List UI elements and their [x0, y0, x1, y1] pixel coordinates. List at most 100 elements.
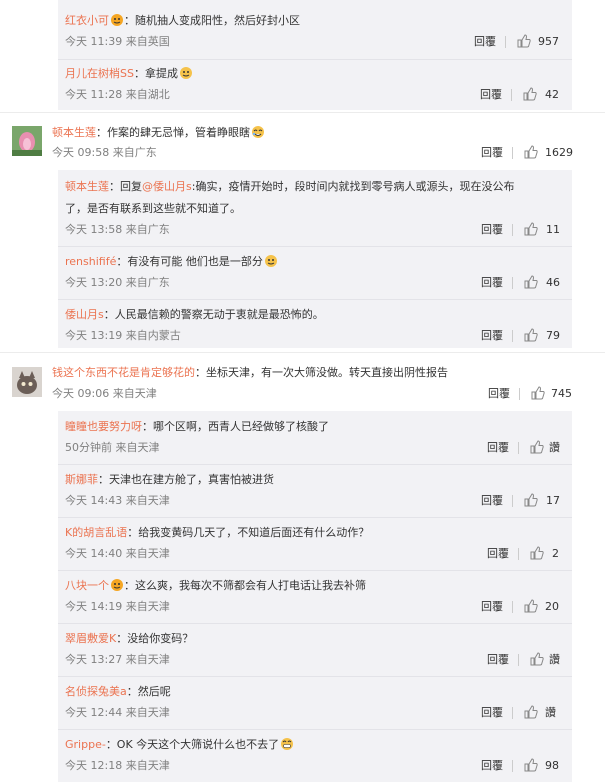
comment-text: ：给我变黄码几天了，不知道后面还有什么动作？ — [127, 526, 370, 539]
comment-text: ：然后呢 — [126, 685, 171, 698]
comment-line: 八块一个 ：这么爽，我每次不筛都会有人打电话让我去补筛 — [65, 577, 366, 594]
divider — [519, 388, 520, 400]
like-count: 20 — [545, 600, 559, 613]
reply-button[interactable]: 回覆 — [472, 88, 502, 102]
divider — [58, 246, 572, 247]
divider — [518, 654, 519, 666]
comment-meta: 今天 13:58 来自广东 — [65, 223, 170, 236]
comment-text: ：坐标天津，有一次大筛没做。转天直接出阴性报告 — [195, 366, 448, 379]
divider — [512, 277, 513, 289]
like-count: 46 — [546, 276, 560, 289]
like-count: 98 — [545, 759, 559, 772]
username-link[interactable]: 倭山月s — [65, 308, 104, 321]
reply-button[interactable]: 回覆 — [473, 494, 503, 508]
reply-button[interactable]: 回覆 — [473, 706, 503, 720]
reply-button[interactable]: 回覆 — [479, 653, 509, 667]
username-link[interactable]: 瞳瞳也要努力呀 — [65, 420, 142, 433]
thumbs-up-icon[interactable] — [530, 546, 544, 560]
thumbs-up-icon[interactable] — [524, 493, 538, 507]
thumbs-up-icon[interactable] — [524, 599, 538, 613]
username-link[interactable]: 翠眉敷爱K — [65, 632, 116, 645]
comment-line: renshififé：有没有可能 他们也是一部分 — [65, 253, 278, 270]
divider — [0, 352, 605, 353]
thumbs-up-icon[interactable] — [524, 328, 538, 342]
comment-text: ：哪个区啊，西青人已经做够了核酸了 — [142, 420, 329, 433]
thumbs-up-icon[interactable] — [524, 705, 538, 719]
comment-meta: 50分钟前 来自天津 — [65, 441, 160, 454]
divider — [518, 442, 519, 454]
username-link[interactable]: Grippe- — [65, 738, 106, 751]
thumbs-up-icon[interactable] — [524, 222, 538, 236]
username-link[interactable]: K的胡言乱语 — [65, 526, 127, 539]
like-count: 讚 — [549, 441, 560, 454]
reply-button[interactable]: 回覆 — [473, 759, 503, 773]
comment-meta: 今天 14:19 来自天津 — [65, 600, 170, 613]
divider — [512, 707, 513, 719]
comment-line: 名侦探兔美a：然后呢 — [65, 683, 171, 700]
thumbs-up-icon[interactable] — [524, 758, 538, 772]
reply-button[interactable]: 回覆 — [466, 35, 496, 49]
emoji-icon — [281, 738, 294, 750]
username-link[interactable]: 八块一个 — [65, 579, 109, 592]
reply-button[interactable]: 回覆 — [473, 329, 503, 343]
username-link[interactable]: 红衣小可 — [65, 14, 109, 27]
like-count: 1629 — [545, 146, 573, 159]
reply-button[interactable]: 回覆 — [473, 600, 503, 614]
comment-line: 钱这个东西不花是肯定够花的：坐标天津，有一次大筛没做。转天直接出阴性报告 — [52, 364, 448, 381]
comment-meta: 今天 14:40 来自天津 — [65, 547, 170, 560]
like-count: 讚 — [545, 706, 556, 719]
divider — [58, 570, 572, 571]
mention-link[interactable]: @倭山月s — [142, 180, 192, 193]
comment-line: 月儿在树梢SS：拿提成 — [65, 65, 193, 82]
thumbs-up-icon[interactable] — [530, 652, 544, 666]
like-count: 11 — [546, 223, 560, 236]
thumbs-up-icon[interactable] — [524, 145, 538, 159]
like-count: 42 — [545, 88, 559, 101]
divider — [58, 729, 572, 730]
username-link[interactable]: 顿本生莲 — [65, 180, 109, 193]
thumbs-up-icon[interactable] — [531, 386, 545, 400]
divider — [58, 299, 572, 300]
reply-button[interactable]: 回覆 — [473, 146, 503, 160]
divider — [58, 464, 572, 465]
comment-text: ：这么爽，我每次不筛都会有人打电话让我去补筛 — [124, 579, 366, 592]
thumbs-up-icon[interactable] — [517, 34, 531, 48]
comment-meta: 今天 11:39 来自英国 — [65, 35, 170, 48]
divider — [58, 623, 572, 624]
divider — [512, 330, 513, 342]
divider — [511, 89, 512, 101]
comment-line: 翠眉敷爱K：没给你变码？ — [65, 630, 193, 647]
comment-meta: 今天 09:06 来自天津 — [52, 387, 157, 400]
reply-button[interactable]: 回覆 — [473, 223, 503, 237]
username-link[interactable]: 斯娜菲 — [65, 473, 98, 486]
divider — [58, 676, 572, 677]
username-link[interactable]: 名侦探兔美a — [65, 685, 127, 698]
emoji-icon — [252, 126, 264, 138]
lotus-avatar[interactable] — [12, 126, 42, 156]
username-link[interactable]: 钱这个东西不花是肯定够花的 — [52, 366, 195, 379]
emoji-icon — [111, 14, 123, 26]
like-count: 讚 — [549, 653, 560, 666]
comment-text: ：作案的肆无忌惮，管着睁眼瞎 — [96, 126, 250, 139]
like-count: 745 — [551, 387, 572, 400]
username-link[interactable]: renshififé — [65, 255, 116, 268]
username-link[interactable]: 月儿在树梢SS — [65, 67, 134, 80]
comment-meta: 今天 12:44 来自天津 — [65, 706, 170, 719]
like-count: 957 — [538, 35, 559, 48]
emoji-icon — [111, 579, 123, 591]
divider — [0, 112, 605, 113]
thumbs-up-icon[interactable] — [523, 87, 537, 101]
reply-button[interactable]: 回覆 — [479, 441, 509, 455]
username-link[interactable]: 顿本生莲 — [52, 126, 96, 139]
comment-meta: 今天 09:58 来自广东 — [52, 146, 157, 159]
reply-button[interactable]: 回覆 — [473, 276, 503, 290]
thumbs-up-icon[interactable] — [530, 440, 544, 454]
comment-line: 倭山月s：人民最信赖的警察无动于衷就是最恐怖的。 — [65, 306, 324, 323]
reply-button[interactable]: 回覆 — [479, 547, 509, 561]
cat-avatar[interactable] — [12, 367, 42, 397]
thumbs-up-icon[interactable] — [524, 275, 538, 289]
comment-text: ：拿提成 — [133, 67, 178, 80]
comment-meta: 今天 13:27 来自天津 — [65, 653, 170, 666]
reply-button[interactable]: 回覆 — [480, 387, 510, 401]
divider — [512, 601, 513, 613]
